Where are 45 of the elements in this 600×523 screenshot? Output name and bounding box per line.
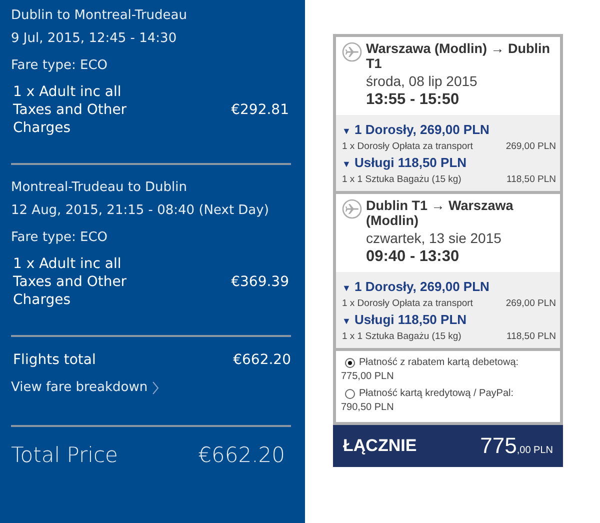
radio-button[interactable] bbox=[345, 388, 355, 398]
payment-option-label: Płatność kartą kredytową / PayPal: bbox=[359, 388, 514, 399]
flight-route: Dublin to Montreal-Trudeau bbox=[11, 8, 188, 23]
segment-date: czwartek, 13 sie 2015 bbox=[366, 230, 502, 246]
segment-route: Dublin T1 → Warszawa (Modlin) bbox=[366, 198, 514, 228]
total-label: ŁĄCZNIE bbox=[343, 436, 417, 456]
flight-dates: 12 Aug, 2015, 21:15 - 08:40 (Next Day) bbox=[11, 203, 270, 218]
fare-line-label: 1 x Adult inc all Taxes and Other Charges bbox=[13, 83, 128, 137]
fare-line-price: €369.39 bbox=[231, 274, 290, 290]
total-amount: 775 bbox=[480, 433, 517, 458]
total-price: €662.20 bbox=[198, 443, 285, 467]
payment-option-label: Płatność z rabatem kartą debetową: bbox=[359, 357, 519, 368]
flight-route: Montreal-Trudeau to Dublin bbox=[11, 180, 188, 195]
price-group-toggle[interactable]: ▼ Usługi 118,50 PLN bbox=[342, 312, 556, 327]
price-group-toggle[interactable]: ▼ 1 Dorosły, 269,00 PLN bbox=[342, 279, 556, 294]
price-item-label: 1 x Dorosły Opłata za transport bbox=[342, 141, 473, 152]
price-item-amount: 269,00 PLN bbox=[506, 298, 556, 309]
price-item-amount: 118,50 PLN bbox=[506, 331, 556, 342]
price-item-label: 1 x 1 Sztuka Bagażu (15 kg) bbox=[342, 174, 462, 185]
price-item-label: 1 x Dorosły Opłata za transport bbox=[342, 298, 473, 309]
plane-icon bbox=[342, 42, 362, 62]
payment-amount: 775,00 PLN bbox=[341, 371, 395, 382]
flights-total-label: Flights total bbox=[13, 352, 96, 368]
fare-type: Fare type: ECO bbox=[11, 230, 109, 245]
flight-dates: 9 Jul, 2015, 12:45 - 14:30 bbox=[11, 31, 178, 46]
price-group-toggle[interactable]: ▼ 1 Dorosły, 269,00 PLN bbox=[342, 122, 556, 137]
total-amount-decimals: ,00 PLN bbox=[516, 445, 553, 456]
radio-button[interactable] bbox=[345, 358, 355, 368]
price-item-amount: 269,00 PLN bbox=[506, 141, 556, 152]
fare-breakdown-link[interactable]: View fare breakdown bbox=[11, 380, 148, 395]
segment-date: środa, 08 lip 2015 bbox=[366, 73, 478, 89]
fare-type: Fare type: ECO bbox=[11, 58, 109, 73]
plane-icon bbox=[342, 199, 362, 219]
chevron-right-icon bbox=[152, 380, 159, 394]
flights-total-price: €662.20 bbox=[233, 352, 291, 368]
segment-times: 13:55 - 15:50 bbox=[366, 91, 460, 109]
fare-line-label: 1 x Adult inc all Taxes and Other Charges bbox=[13, 255, 128, 309]
price-item-amount: 118,50 PLN bbox=[506, 174, 556, 185]
segment-times: 09:40 - 13:30 bbox=[366, 248, 460, 266]
segment-route: Warszawa (Modlin) → Dublin T1 bbox=[366, 41, 551, 71]
total-price-label: Total Price bbox=[11, 443, 118, 467]
fare-line-price: €292.81 bbox=[231, 102, 290, 118]
payment-amount: 790,50 PLN bbox=[341, 402, 395, 413]
price-group-toggle[interactable]: ▼ Usługi 118,50 PLN bbox=[342, 155, 556, 170]
price-item-label: 1 x 1 Sztuka Bagażu (15 kg) bbox=[342, 331, 462, 342]
